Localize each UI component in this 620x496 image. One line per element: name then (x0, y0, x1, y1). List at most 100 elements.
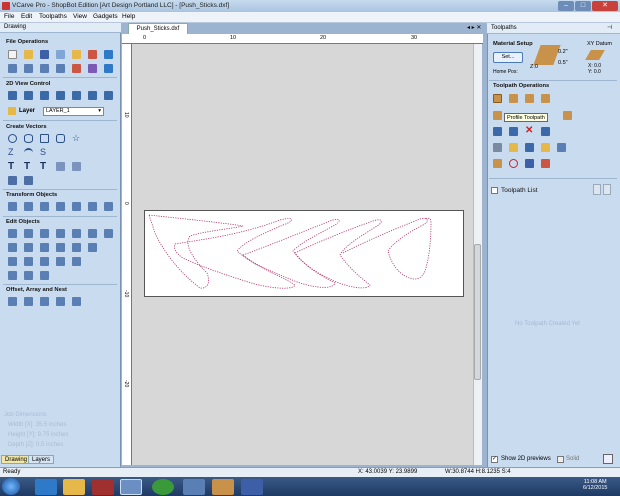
join-icon[interactable] (8, 243, 17, 252)
set-origin-icon[interactable] (104, 202, 113, 211)
polygon-icon[interactable] (56, 134, 65, 143)
align-icon[interactable] (56, 202, 65, 211)
summary-icon[interactable] (557, 143, 566, 152)
tabs-icon[interactable] (493, 143, 502, 152)
smooth-icon[interactable] (24, 229, 33, 238)
copy-toolpath-icon[interactable] (509, 127, 518, 136)
layer-dropdown[interactable]: LAYER_1 ▾ (43, 107, 104, 116)
import-bitmap-icon[interactable] (56, 64, 65, 73)
copy-along-icon[interactable] (72, 297, 81, 306)
undo-icon[interactable] (88, 50, 97, 59)
vcarve-toolpath-icon[interactable] (541, 94, 550, 103)
pin-icon[interactable]: ⊣ (607, 24, 612, 31)
import-component-icon[interactable] (40, 64, 49, 73)
app3-taskbar-icon[interactable] (241, 479, 263, 495)
set-button[interactable]: Set... (493, 52, 523, 63)
app2-taskbar-icon[interactable] (212, 479, 234, 495)
save-icon[interactable] (40, 50, 49, 59)
pocket-toolpath-icon[interactable] (509, 94, 518, 103)
menu-file[interactable]: File (4, 13, 14, 20)
menu-gadgets[interactable]: Gadgets (93, 13, 118, 20)
chevron-right-icon[interactable] (40, 257, 49, 266)
internet-explorer-icon[interactable] (35, 479, 57, 495)
zoom-extents-icon[interactable] (8, 91, 17, 100)
file-explorer-icon[interactable] (63, 479, 85, 495)
import-vectors-icon[interactable] (24, 64, 33, 73)
save-toolpath-icon[interactable] (525, 159, 534, 168)
recalculate-icon[interactable] (541, 127, 550, 136)
ungroup-icon[interactable] (56, 229, 65, 238)
undo-arrow-icon[interactable] (88, 64, 97, 73)
group-icon[interactable] (40, 229, 49, 238)
array-icon[interactable] (40, 271, 49, 280)
dimension-icon[interactable] (56, 162, 65, 171)
minimize-button[interactable]: – (558, 1, 574, 11)
polyline-icon[interactable]: Z (8, 148, 17, 157)
drill-toolpath-icon[interactable] (525, 94, 534, 103)
profile-toolpath-icon[interactable] (493, 94, 502, 103)
offset-vectors-icon[interactable] (8, 297, 17, 306)
start-button[interactable] (2, 478, 20, 495)
menu-help[interactable]: Help (122, 13, 135, 20)
tab-layers[interactable]: Layers (28, 455, 55, 464)
block-copy-icon[interactable] (24, 297, 33, 306)
angle-dimension-icon[interactable] (72, 162, 81, 171)
import-icon[interactable] (56, 50, 65, 59)
redo-arrow-icon[interactable] (104, 64, 113, 73)
rotate-icon[interactable] (24, 202, 33, 211)
close-button[interactable]: ✕ (592, 1, 618, 11)
text-icon[interactable]: T (8, 162, 17, 172)
view-grid-icon[interactable] (88, 91, 97, 100)
material-sheet[interactable] (144, 210, 464, 297)
draw-tool-icon[interactable] (8, 176, 17, 185)
document-tab[interactable]: Push_Sticks.dxf (128, 23, 188, 34)
edit-tool-icon[interactable] (493, 127, 502, 136)
arc-icon[interactable] (24, 148, 33, 157)
texture-toolpath-icon[interactable] (563, 111, 572, 120)
zoom-out-icon[interactable] (56, 91, 65, 100)
chrome-icon[interactable] (152, 479, 174, 495)
show-2d-checkbox[interactable]: ✓ (491, 456, 498, 463)
home-icon[interactable] (509, 143, 518, 152)
app-taskbar-icon[interactable] (183, 479, 205, 495)
node-edit-icon[interactable] (8, 229, 17, 238)
menu-edit[interactable]: Edit (21, 13, 32, 20)
preview-window-icon[interactable] (603, 454, 613, 464)
fillet-icon[interactable] (40, 243, 49, 252)
merge-icon[interactable] (541, 143, 550, 152)
move-icon[interactable] (8, 202, 17, 211)
inlay-toolpath-icon[interactable] (493, 111, 502, 120)
offset-icon[interactable] (72, 257, 81, 266)
job-setup-icon[interactable] (8, 64, 17, 73)
zoom-in-icon[interactable] (40, 91, 49, 100)
doc-nav-arrows[interactable]: ◂ ▸ ✕ (467, 24, 481, 31)
weld-icon[interactable] (72, 229, 81, 238)
toolpath-report-icon[interactable] (541, 159, 550, 168)
move-down-icon[interactable] (603, 184, 611, 195)
open-file-icon[interactable] (24, 50, 33, 59)
bitmap-trace-icon[interactable] (24, 176, 33, 185)
fit-arcs-icon[interactable] (56, 257, 65, 266)
close-vector-icon[interactable] (24, 243, 33, 252)
rectangle-icon[interactable] (40, 134, 49, 143)
nest-icon[interactable] (8, 271, 17, 280)
extend-icon[interactable] (72, 243, 81, 252)
circular-copy-icon[interactable] (40, 297, 49, 306)
solid-checkbox[interactable] (557, 456, 564, 463)
clock-icon[interactable] (509, 159, 518, 168)
chevron-down-icon[interactable] (24, 271, 33, 280)
zoom-box-icon[interactable] (24, 91, 33, 100)
toolpath-template-icon[interactable] (525, 143, 534, 152)
mirror-line-icon[interactable] (8, 257, 17, 266)
curve-icon[interactable]: S (40, 148, 49, 157)
text-on-curve-icon[interactable]: T (24, 162, 33, 172)
media-player-icon[interactable] (92, 479, 114, 495)
cut-icon[interactable] (72, 64, 81, 73)
nesting-icon[interactable] (56, 297, 65, 306)
mirror-icon[interactable] (40, 202, 49, 211)
view-toggle-icon[interactable] (104, 91, 113, 100)
scrollbar-thumb[interactable] (474, 244, 481, 380)
intersect-icon[interactable] (104, 229, 113, 238)
maximize-button[interactable]: □ (575, 1, 591, 11)
open-folder-icon[interactable] (72, 50, 81, 59)
